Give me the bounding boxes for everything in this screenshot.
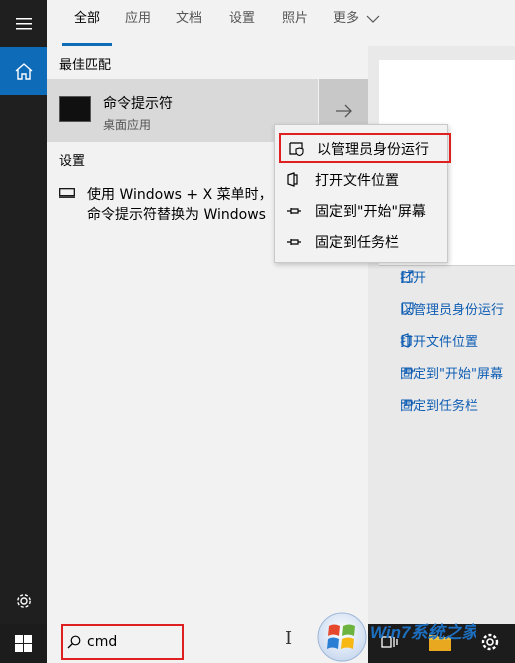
file-explorer-icon[interactable] — [428, 632, 452, 652]
tab-more-label: 更多 — [333, 11, 360, 26]
hamburger-menu-button[interactable] — [0, 0, 47, 47]
settings-section-title: 设置 — [59, 154, 86, 169]
cmd-app-icon — [59, 96, 91, 122]
preview-action-open-file-location[interactable]: 打开文件位置 — [400, 331, 515, 350]
divider — [379, 265, 515, 266]
settings-item-line1: 使用 Windows + X 菜单时， — [87, 187, 273, 203]
context-menu-open-file-location-label: 打开文件位置 — [315, 173, 399, 189]
settings-button[interactable] — [0, 577, 47, 624]
taskbar-icons — [368, 624, 515, 663]
context-menu-pin-start-label: 固定到"开始"屏幕 — [315, 204, 426, 220]
windows-logo-icon — [15, 635, 32, 652]
context-menu-run-as-admin[interactable]: 以管理员身份运行 — [279, 133, 451, 163]
tab-settings[interactable]: 设置 — [227, 0, 257, 46]
text-cursor-icon: I — [285, 628, 293, 649]
left-rail — [0, 0, 47, 624]
context-menu-pin-taskbar[interactable]: 固定到任务栏 — [275, 226, 447, 256]
best-match-app-name: 命令提示符 — [103, 96, 173, 112]
search-icon — [67, 635, 81, 649]
gear-icon — [16, 593, 31, 608]
tab-apps[interactable]: 应用 — [123, 0, 153, 46]
gear-icon[interactable] — [480, 632, 500, 652]
taskbar: cmd I — [0, 624, 515, 663]
tab-documents[interactable]: 文档 — [174, 0, 204, 46]
pin-icon — [287, 239, 301, 245]
arrow-right-icon — [335, 104, 352, 117]
context-menu-pin-taskbar-label: 固定到任务栏 — [315, 235, 399, 251]
home-icon — [15, 62, 32, 80]
settings-item-line2: 命令提示符替换为 Windows — [87, 207, 266, 223]
shield-icon — [289, 142, 304, 156]
search-input[interactable]: cmd — [87, 634, 117, 650]
hamburger-icon — [15, 17, 32, 29]
preview-action-pin-taskbar[interactable]: 固定到任务栏 — [400, 395, 515, 414]
context-menu-pin-start[interactable]: 固定到"开始"屏幕 — [275, 195, 447, 225]
home-button[interactable] — [0, 47, 47, 95]
file-location-icon — [287, 172, 298, 187]
preview-action-run-as-admin[interactable]: 以管理员身份运行 — [400, 299, 515, 318]
task-view-icon[interactable] — [380, 632, 400, 652]
context-menu: 以管理员身份运行 打开文件位置 固定到"开始"屏幕 固定到任务栏 — [274, 124, 451, 263]
taskbar-search-box[interactable]: cmd I — [47, 624, 368, 663]
preview-action-pin-start[interactable]: 固定到"开始"屏幕 — [400, 363, 515, 382]
chevron-down-icon — [366, 15, 380, 23]
preview-action-open[interactable]: 打开 — [400, 267, 515, 286]
filter-tabs: 全部 应用 文档 设置 照片 更多 — [47, 0, 515, 46]
start-button[interactable] — [0, 624, 47, 663]
pin-icon — [287, 208, 301, 214]
tab-photos[interactable]: 照片 — [280, 0, 310, 46]
tab-more[interactable]: 更多 — [331, 0, 382, 46]
context-menu-open-file-location[interactable]: 打开文件位置 — [275, 164, 447, 194]
context-menu-run-as-admin-label: 以管理员身份运行 — [317, 142, 429, 158]
best-match-title: 最佳匹配 — [59, 58, 112, 73]
best-match-app-type: 桌面应用 — [103, 118, 152, 132]
tab-all[interactable]: 全部 — [61, 0, 113, 46]
monitor-icon — [59, 188, 75, 198]
